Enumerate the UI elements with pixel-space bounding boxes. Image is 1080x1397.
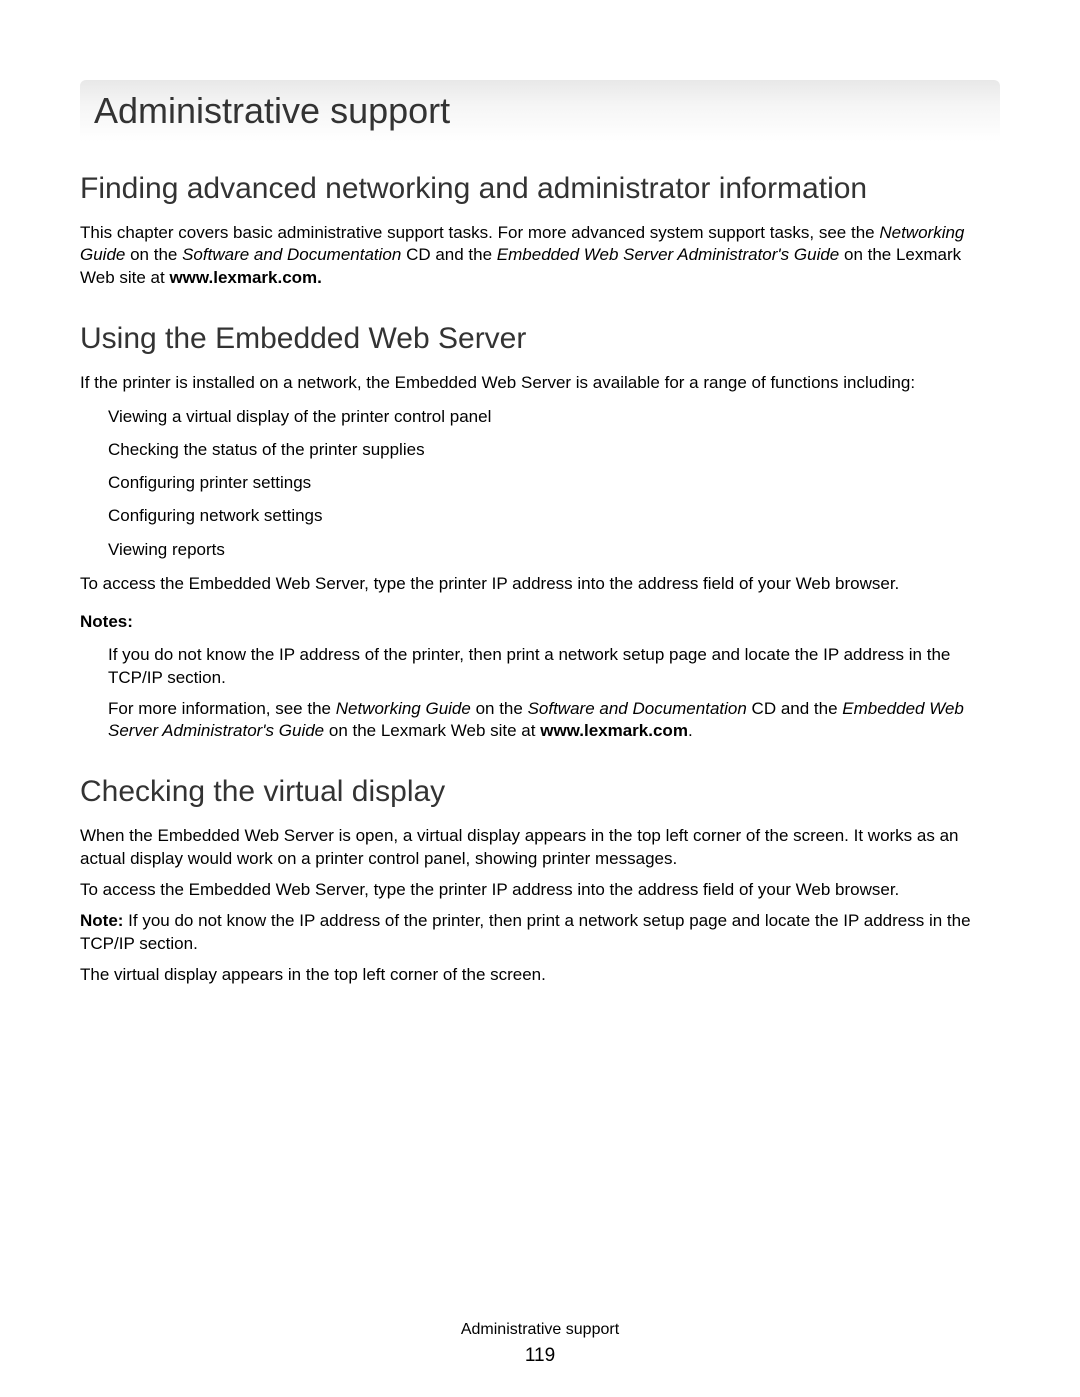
notes-list: If you do not know the IP address of the… <box>108 644 1000 744</box>
text-run: For more information, see the <box>108 699 336 718</box>
section1-paragraph: This chapter covers basic administrative… <box>80 222 1000 291</box>
note-item: If you do not know the IP address of the… <box>108 644 1000 690</box>
notes-label: Notes: <box>80 612 1000 632</box>
body-paragraph: To access the Embedded Web Server, type … <box>80 573 1000 596</box>
list-item: Configuring printer settings <box>108 469 1000 496</box>
text-run: on the <box>125 245 182 264</box>
section-title: Finding advanced networking and administ… <box>80 170 1000 208</box>
note-paragraph: Note: If you do not know the IP address … <box>80 910 1000 956</box>
text-run: . <box>688 721 693 740</box>
footer-page-number: 119 <box>0 1345 1080 1367</box>
body-paragraph: When the Embedded Web Server is open, a … <box>80 825 1000 871</box>
list-item: Viewing a virtual display of the printer… <box>108 403 1000 430</box>
body-paragraph: To access the Embedded Web Server, type … <box>80 879 1000 902</box>
list-item: Viewing reports <box>108 536 1000 563</box>
page-footer: Administrative support 119 <box>0 1321 1080 1367</box>
section-using-ews: Using the Embedded Web Server If the pri… <box>80 320 1000 743</box>
bullet-list: Viewing a virtual display of the printer… <box>108 403 1000 563</box>
text-bold-url: www.lexmark.com. <box>169 268 321 287</box>
list-item: Configuring network settings <box>108 502 1000 529</box>
text-run: on the Lexmark Web site at <box>324 721 540 740</box>
text-run: This chapter covers basic administrative… <box>80 223 879 242</box>
text-italic: Software and Documentation <box>528 699 747 718</box>
text-run: CD and the <box>747 699 842 718</box>
list-item: Checking the status of the printer suppl… <box>108 436 1000 463</box>
note-item: For more information, see the Networking… <box>108 698 1000 744</box>
chapter-title: Administrative support <box>94 90 986 132</box>
chapter-header: Administrative support <box>80 80 1000 142</box>
note-label: Note: <box>80 911 123 930</box>
text-italic: Networking Guide <box>336 699 471 718</box>
section-title: Checking the virtual display <box>80 773 1000 811</box>
body-paragraph: If the printer is installed on a network… <box>80 372 1000 395</box>
body-paragraph: The virtual display appears in the top l… <box>80 964 1000 987</box>
text-italic: Embedded Web Server Administrator's Guid… <box>497 245 839 264</box>
text-bold-url: www.lexmark.com <box>540 721 688 740</box>
footer-chapter-title: Administrative support <box>0 1321 1080 1339</box>
text-italic: Software and Documentation <box>182 245 401 264</box>
section-title: Using the Embedded Web Server <box>80 320 1000 358</box>
text-run: on the <box>471 699 528 718</box>
section-virtual-display: Checking the virtual display When the Em… <box>80 773 1000 986</box>
text-run: If you do not know the IP address of the… <box>80 911 971 953</box>
text-run: CD and the <box>401 245 496 264</box>
section-finding-info: Finding advanced networking and administ… <box>80 170 1000 290</box>
